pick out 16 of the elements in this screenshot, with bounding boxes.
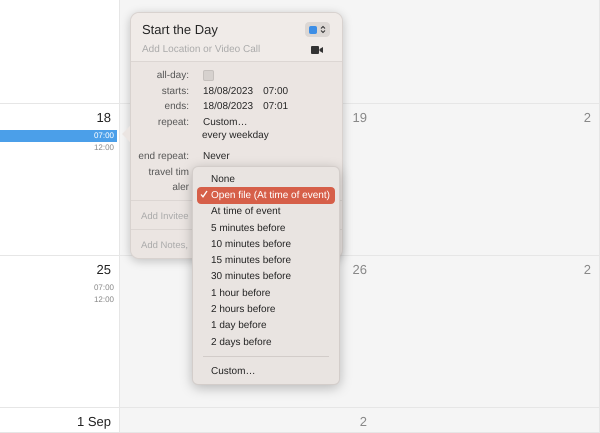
day-number: 2	[584, 262, 592, 278]
repeat-detail: every weekday	[202, 130, 270, 143]
field-label: travel tim	[147, 166, 189, 178]
field-label: repeat:	[156, 116, 189, 128]
day-number: 19	[352, 110, 367, 126]
field-label: ends:	[164, 101, 189, 112]
field-label: all-day:	[156, 70, 189, 82]
day-number: 1 Sep	[77, 414, 112, 430]
day-number: 25	[96, 262, 112, 278]
day-number: 2	[360, 414, 367, 430]
day-number: 26	[352, 262, 367, 278]
field-label: aler	[171, 182, 189, 194]
day-number: 18	[96, 110, 112, 126]
field-label: starts:	[160, 86, 189, 97]
day-number: 2	[584, 110, 592, 126]
field-label: end repeat:	[137, 151, 189, 162]
